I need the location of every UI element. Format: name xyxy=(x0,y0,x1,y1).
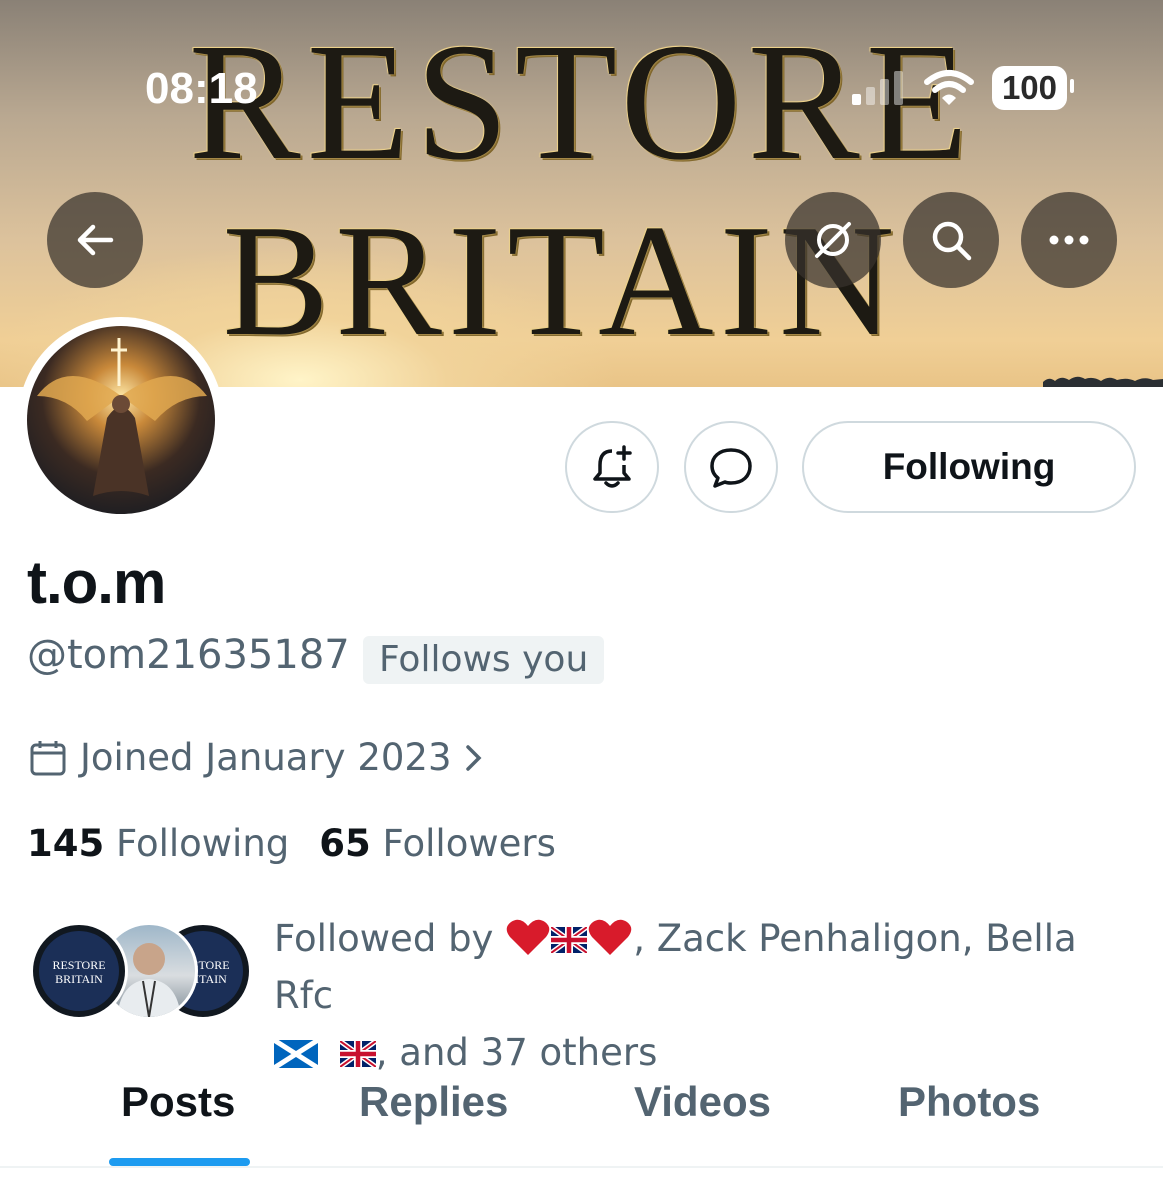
following-stat[interactable]: 145 Following xyxy=(27,822,289,865)
badge-text-1: RESTORE xyxy=(52,958,106,972)
following-label: Following xyxy=(116,822,290,865)
heart-icon xyxy=(506,919,550,955)
active-tab-indicator xyxy=(109,1158,250,1166)
follower-avatar-1: RESTORE BRITAIN xyxy=(30,922,128,1020)
profile-avatar[interactable] xyxy=(18,317,224,523)
joined-date: Joined January 2023 xyxy=(80,736,452,779)
battery-indicator: 100 xyxy=(991,66,1075,110)
calendar-icon xyxy=(30,740,66,775)
heart-icon xyxy=(588,919,632,955)
badge-text-2: BRITAIN xyxy=(55,972,103,986)
tab-videos[interactable]: Videos xyxy=(634,1078,771,1126)
tab-photos[interactable]: Photos xyxy=(898,1078,1040,1126)
cellular-signal-icon xyxy=(851,71,903,105)
profile-banner[interactable]: RESTORE BRITAIN xyxy=(0,0,1163,387)
grok-icon xyxy=(815,222,851,258)
status-icons: 100 xyxy=(850,66,1075,110)
follows-you-badge: Follows you xyxy=(363,636,605,684)
followers-label: Followers xyxy=(382,822,556,865)
tab-replies[interactable]: Replies xyxy=(359,1078,508,1126)
username-handle: @tom21635187 xyxy=(27,632,350,678)
search-button[interactable] xyxy=(903,192,999,288)
grok-button[interactable] xyxy=(785,192,881,288)
joined-date-row[interactable]: Joined January 2023 xyxy=(28,736,485,779)
more-button[interactable] xyxy=(1021,192,1117,288)
uk-flag-icon xyxy=(338,1038,378,1070)
message-button[interactable] xyxy=(684,421,778,513)
followed-by-text[interactable]: Followed by , Zack Penhaligon, Bella Rfc… xyxy=(272,910,1144,1081)
status-time: 08:18 xyxy=(145,64,258,113)
followed-by-avatars[interactable]: RESTORE BRITAIN RESTORE BRITAIN xyxy=(30,918,252,1020)
treeline-silhouette xyxy=(1043,376,1163,387)
tab-posts[interactable]: Posts xyxy=(121,1078,235,1126)
bell-plus-icon xyxy=(593,445,632,488)
following-button[interactable]: Following xyxy=(802,421,1136,513)
followers-count: 65 xyxy=(319,822,371,865)
followers-stat[interactable]: 65 Followers xyxy=(319,822,556,865)
followed-by-prefix: Followed by xyxy=(274,917,494,960)
scotland-flag-icon xyxy=(272,1037,320,1071)
profile-tabs: Posts Replies Videos Photos xyxy=(0,1070,1163,1166)
followed-by-others: , and 37 others xyxy=(375,1031,658,1074)
follow-stats: 145 Following 65 Followers xyxy=(27,822,556,865)
avatar-image xyxy=(27,326,215,514)
search-icon xyxy=(932,221,972,261)
uk-flag-icon xyxy=(549,924,589,956)
back-arrow-icon xyxy=(77,224,114,256)
following-count: 145 xyxy=(27,822,105,865)
back-button[interactable] xyxy=(47,192,143,288)
wifi-icon xyxy=(923,70,974,105)
notify-button[interactable] xyxy=(565,421,659,513)
more-icon xyxy=(1049,235,1089,245)
tab-divider xyxy=(0,1166,1163,1168)
chevron-right-icon xyxy=(466,744,482,771)
display-name: t.o.m xyxy=(27,549,166,616)
chat-bubble-icon xyxy=(710,448,752,488)
